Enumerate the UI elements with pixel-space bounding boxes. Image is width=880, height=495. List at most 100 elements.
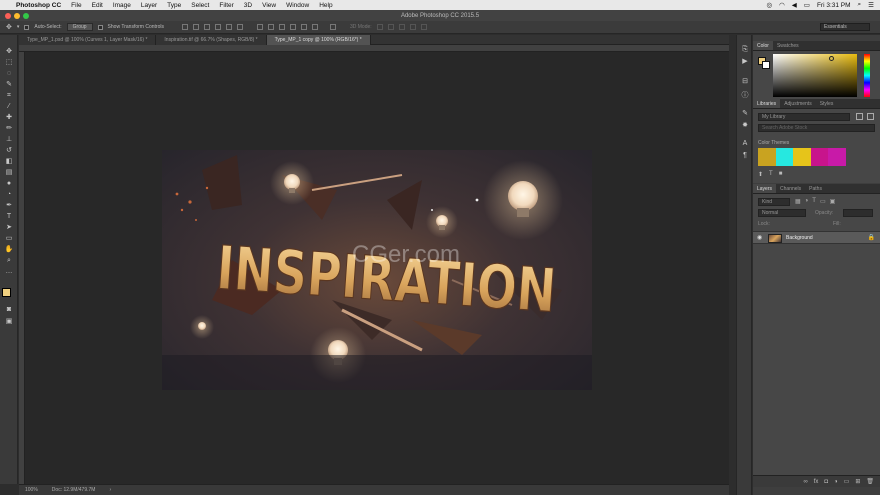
zoom-level[interactable]: 100% xyxy=(25,487,38,493)
color-picker-ring[interactable] xyxy=(829,56,834,61)
adjustment-layer-icon[interactable]: ◑ xyxy=(834,479,838,485)
notification-icon[interactable]: ☰ xyxy=(868,1,874,9)
stock-search-input[interactable]: Search Adobe Stock xyxy=(758,124,875,132)
align-bottom-icon[interactable] xyxy=(203,24,210,30)
marquee-tool-icon[interactable]: ⬚ xyxy=(4,58,14,67)
distribute-middle-icon[interactable] xyxy=(267,24,274,30)
theme-swatch-5[interactable] xyxy=(828,148,846,166)
theme-swatch-2[interactable] xyxy=(775,148,794,166)
zoom-tool-icon[interactable]: ⌕ xyxy=(4,256,14,265)
menu-3d[interactable]: 3D xyxy=(244,2,252,9)
tab-inspiration[interactable]: Inspiration.tif @ 66.7% (Shapes, RGB/8) … xyxy=(156,35,267,45)
rectangle-tool-icon[interactable]: ▭ xyxy=(4,234,14,243)
dodge-tool-icon[interactable]: ◔ xyxy=(4,190,14,199)
gradient-tool-icon[interactable]: ▤ xyxy=(4,168,14,177)
menu-filter[interactable]: Filter xyxy=(219,2,233,9)
layer-name[interactable]: Background xyxy=(786,235,813,241)
tab-color[interactable]: Color xyxy=(753,41,773,50)
more-tools-icon[interactable]: … xyxy=(4,267,14,276)
menu-window[interactable]: Window xyxy=(286,2,309,9)
tab-type-mp-1-copy[interactable]: Type_MP_1 copy @ 100% (RGB/16*) * xyxy=(266,35,371,45)
auto-align-icon[interactable] xyxy=(329,24,336,30)
blend-mode-dropdown[interactable]: Normal xyxy=(758,209,806,217)
distribute-center-icon[interactable] xyxy=(300,24,307,30)
brush-tool-icon[interactable]: ✏ xyxy=(4,124,14,133)
filter-pixel-icon[interactable]: ▦ xyxy=(795,198,801,205)
layer-filter-dropdown[interactable]: Kind xyxy=(758,198,790,206)
menu-file[interactable]: File xyxy=(71,2,81,9)
crop-tool-icon[interactable]: ⌗ xyxy=(4,91,14,100)
healing-brush-tool-icon[interactable]: ✚ xyxy=(4,113,14,122)
tab-styles[interactable]: Styles xyxy=(816,99,838,108)
library-dropdown[interactable]: My Library xyxy=(758,113,850,121)
battery-icon[interactable]: ▭ xyxy=(804,1,810,9)
menu-app-name[interactable]: Photoshop CC xyxy=(16,2,61,9)
brushes-panel-icon[interactable]: ✸ xyxy=(740,121,750,130)
tab-channels[interactable]: Channels xyxy=(776,184,805,193)
brush-settings-icon[interactable]: ✎ xyxy=(740,109,750,118)
menu-help[interactable]: Help xyxy=(319,2,332,9)
3d-scale-icon[interactable] xyxy=(420,24,427,30)
visibility-eye-icon[interactable]: ◉ xyxy=(757,234,762,241)
menu-select[interactable]: Select xyxy=(191,2,209,9)
library-add-icon[interactable]: ⬆ xyxy=(758,171,763,178)
link-layers-icon[interactable]: ∞ xyxy=(803,479,807,485)
menu-edit[interactable]: Edit xyxy=(92,2,103,9)
move-tool-icon[interactable]: ✥ xyxy=(6,23,12,31)
move-tool-icon[interactable]: ✥ xyxy=(4,47,14,56)
distribute-bottom-icon[interactable] xyxy=(278,24,285,30)
bg-color-swatch[interactable] xyxy=(762,61,770,69)
distribute-right-icon[interactable] xyxy=(311,24,318,30)
layer-row-background[interactable]: ◉ Background 🔒 xyxy=(753,231,880,244)
search-menu-icon[interactable]: ◎ xyxy=(766,1,772,9)
delete-layer-icon[interactable]: 🗑 xyxy=(866,478,874,485)
tool-preset-chevron-icon[interactable]: ▾ xyxy=(17,24,20,30)
theme-swatch-1[interactable] xyxy=(758,148,776,166)
history-brush-tool-icon[interactable]: ↺ xyxy=(4,146,14,155)
filter-adjust-icon[interactable]: ◑ xyxy=(805,198,809,205)
document-canvas[interactable]: INSPIRATION CGer.com xyxy=(162,150,592,390)
actions-panel-icon[interactable]: ▶ xyxy=(740,57,750,66)
distribute-top-icon[interactable] xyxy=(256,24,263,30)
3d-drag-icon[interactable] xyxy=(398,24,405,30)
color-theme-strip[interactable] xyxy=(758,148,846,166)
3d-slide-icon[interactable] xyxy=(409,24,416,30)
menu-view[interactable]: View xyxy=(262,2,276,9)
color-field[interactable] xyxy=(773,54,857,97)
opacity-input[interactable] xyxy=(843,209,873,217)
grid-view-icon[interactable] xyxy=(856,113,863,120)
menu-layer[interactable]: Layer xyxy=(141,2,157,9)
add-mask-icon[interactable]: ◘ xyxy=(824,479,828,485)
menu-image[interactable]: Image xyxy=(113,2,131,9)
tab-paths[interactable]: Paths xyxy=(805,184,826,193)
pen-tool-icon[interactable]: ✒ xyxy=(4,201,14,210)
new-group-icon[interactable]: ▭ xyxy=(844,478,850,485)
lasso-tool-icon[interactable]: ◌ xyxy=(4,69,14,78)
eyedropper-tool-icon[interactable]: ⁄ xyxy=(4,102,14,111)
wifi-icon[interactable]: ◠ xyxy=(779,1,785,9)
3d-roll-icon[interactable] xyxy=(387,24,394,30)
tab-layers[interactable]: Layers xyxy=(753,184,777,193)
paragraph-panel-icon[interactable]: ¶ xyxy=(740,151,750,160)
tab-adjustments[interactable]: Adjustments xyxy=(780,99,816,108)
tab-libraries[interactable]: Libraries xyxy=(753,99,781,108)
hand-tool-icon[interactable]: ✋ xyxy=(4,245,14,254)
hue-slider[interactable] xyxy=(864,54,870,97)
eraser-tool-icon[interactable]: ◧ xyxy=(4,157,14,166)
clock[interactable]: Fri 3:31 PM xyxy=(817,2,851,9)
align-middle-icon[interactable] xyxy=(192,24,199,30)
workspace-dropdown[interactable]: Essentials xyxy=(820,23,870,31)
character-panel-icon[interactable]: A xyxy=(740,139,750,148)
zoom-window-icon[interactable] xyxy=(23,12,29,19)
align-top-icon[interactable] xyxy=(181,24,188,30)
spotlight-icon[interactable]: ⌕ xyxy=(858,1,862,9)
filter-type-icon[interactable]: T xyxy=(812,198,816,205)
clone-stamp-tool-icon[interactable]: ⊥ xyxy=(4,135,14,144)
foreground-color-swatch[interactable] xyxy=(2,288,11,297)
quick-mask-icon[interactable]: ◙ xyxy=(4,305,14,314)
history-panel-icon[interactable]: ⎘ xyxy=(740,45,750,54)
3d-rotate-icon[interactable] xyxy=(376,24,383,30)
quick-select-tool-icon[interactable]: ✎ xyxy=(4,80,14,89)
library-text-icon[interactable]: T xyxy=(769,171,773,178)
properties-panel-icon[interactable]: ⊟ xyxy=(740,77,750,86)
